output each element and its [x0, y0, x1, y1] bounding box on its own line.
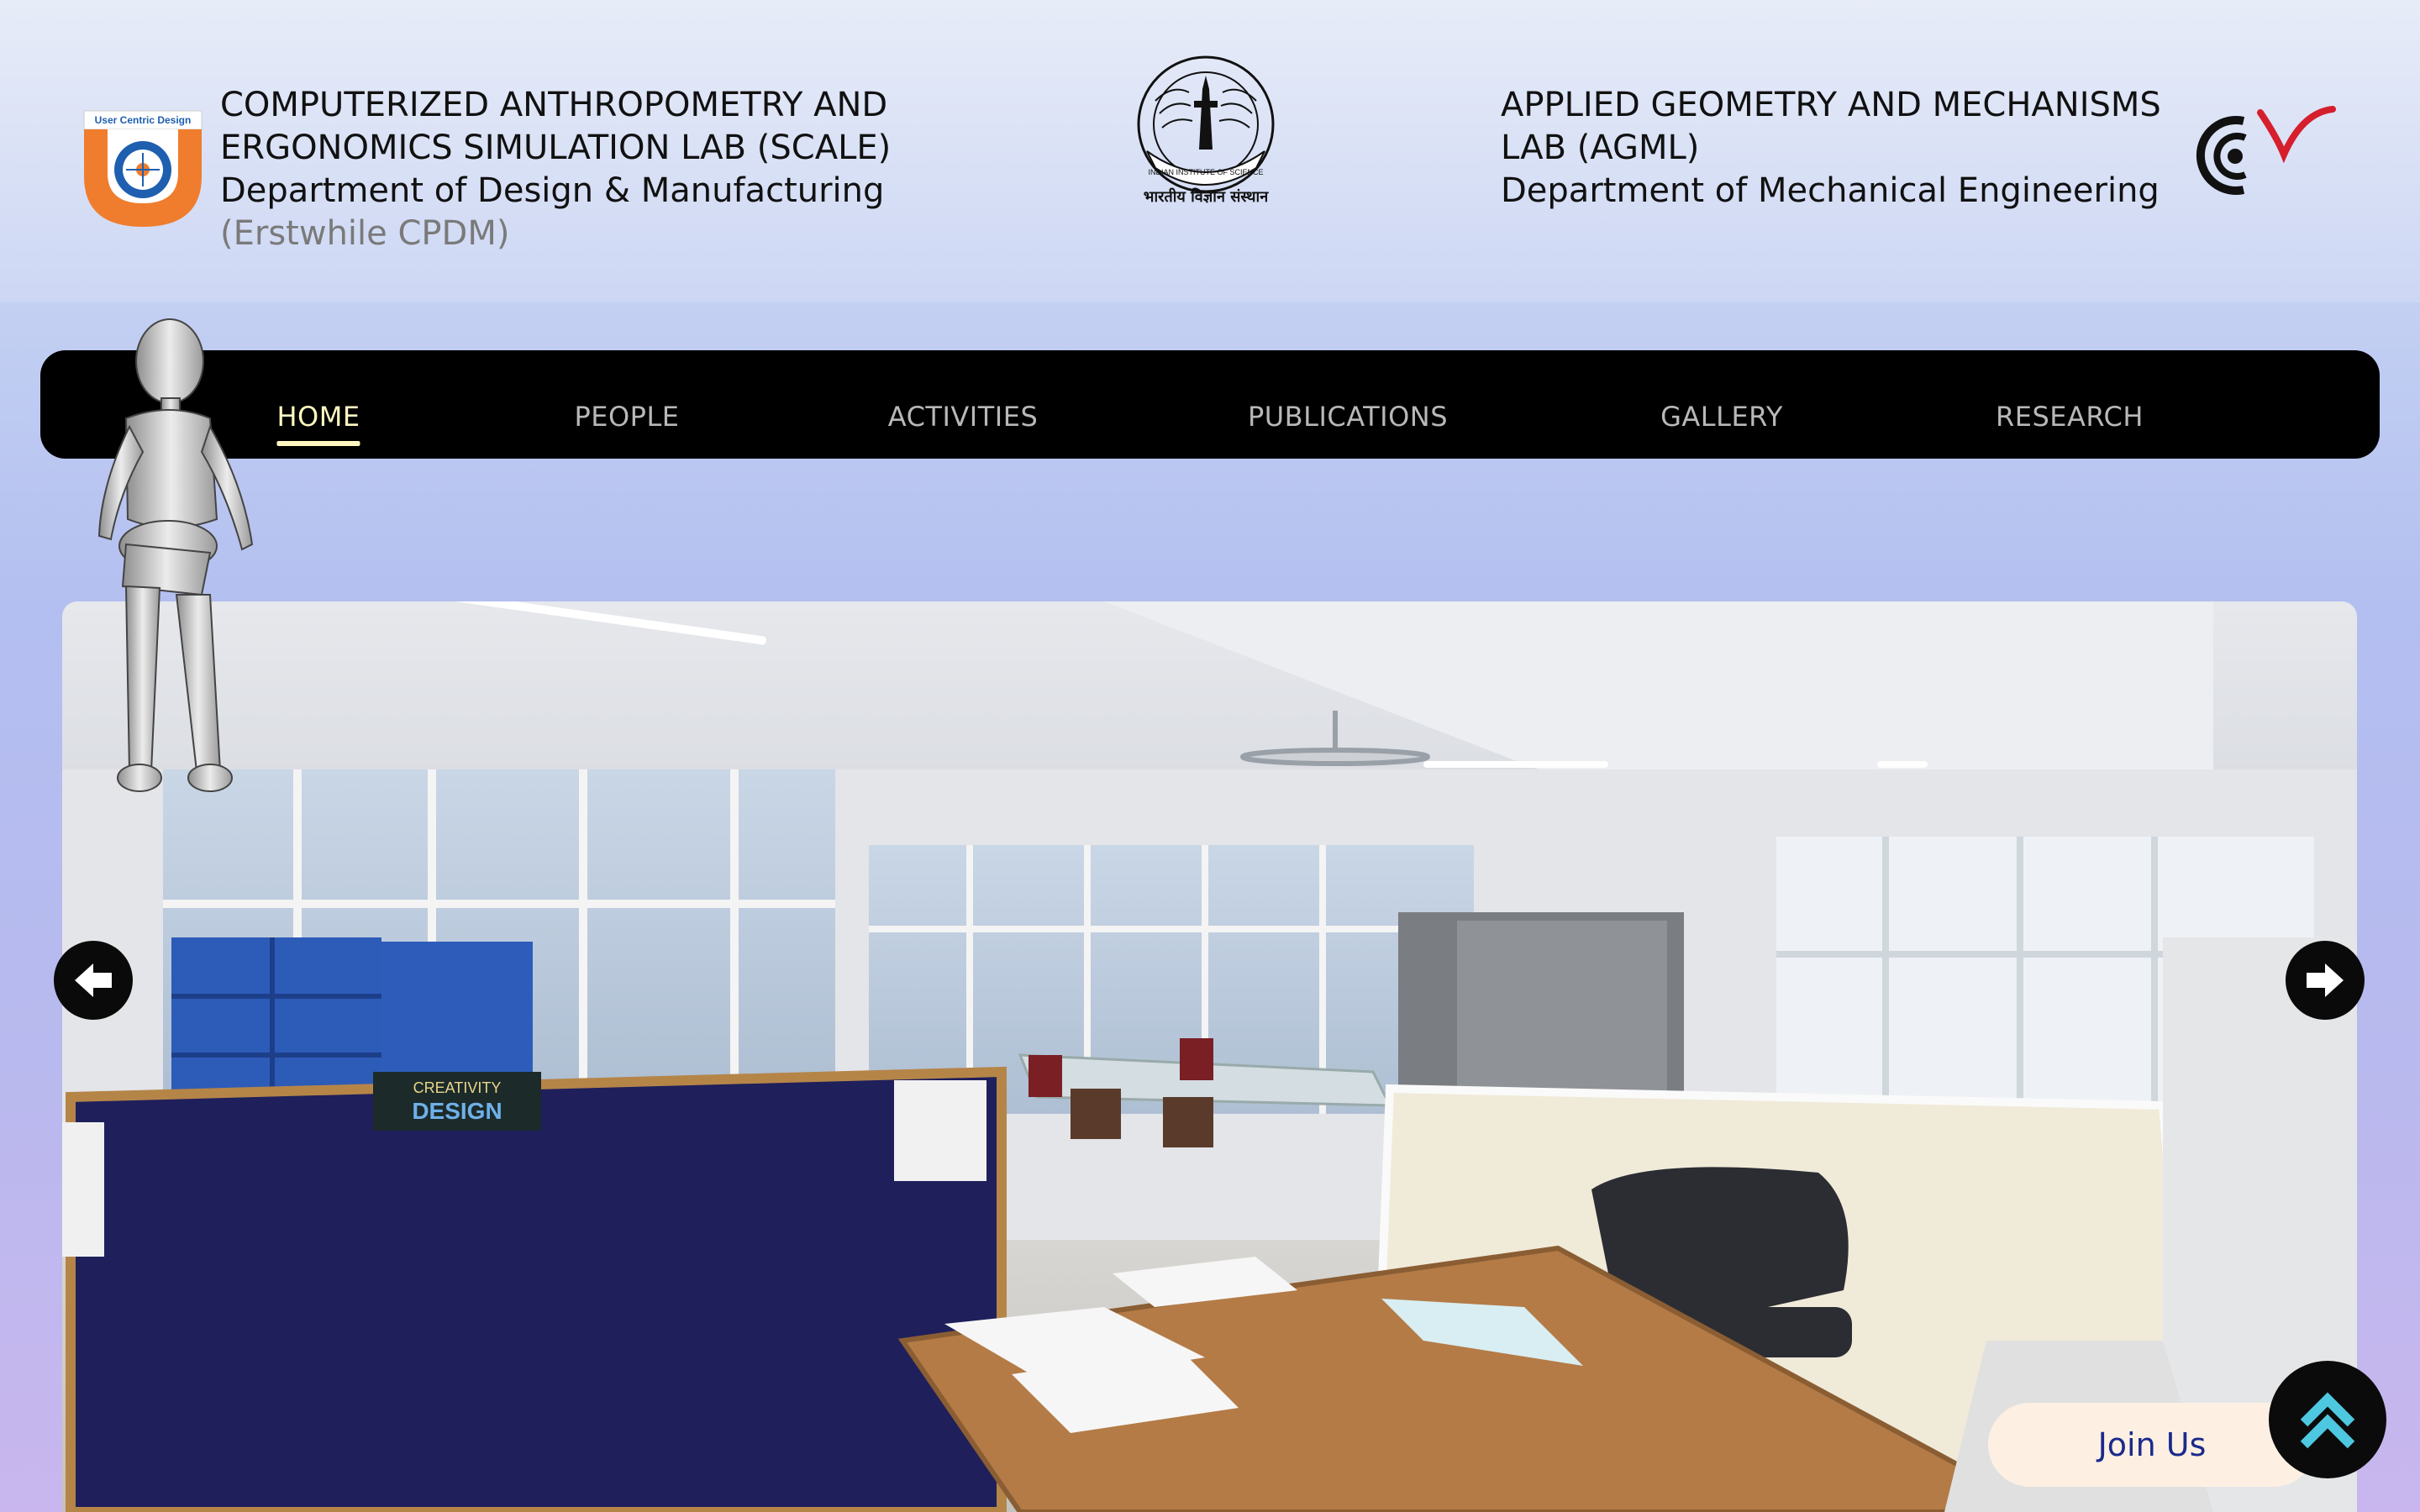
- scroll-to-top-button[interactable]: [2269, 1361, 2386, 1478]
- agml-logo-icon[interactable]: [2185, 104, 2336, 205]
- scale-lab-erstwhile: (Erstwhile CPDM): [220, 214, 510, 253]
- hero-carousel-image: CREATIVITY DESIGN: [62, 601, 2357, 1512]
- scale-lab-name-line1: COMPUTERIZED ANTHROPOMETRY AND: [220, 86, 888, 124]
- svg-text:भारतीय विज्ञान संस्थान: भारतीय विज्ञान संस्थान: [1144, 187, 1269, 206]
- nav-gallery[interactable]: GALLERY: [1660, 401, 1783, 433]
- sitting-mannequin-illustration: [97, 318, 254, 792]
- svg-text:CREATIVITY: CREATIVITY: [413, 1079, 502, 1096]
- iisc-emblem-icon[interactable]: INDIAN INSTITUTE OF SCIENCE भारतीय विज्ञ…: [1122, 50, 1290, 210]
- double-chevron-up-icon: [2300, 1392, 2355, 1449]
- lab-interior-photo: CREATIVITY DESIGN: [62, 601, 2357, 1512]
- join-us-button[interactable]: Join Us: [1988, 1403, 2316, 1487]
- svg-text:INDIAN INSTITUTE OF SCIENCE: INDIAN INSTITUTE OF SCIENCE: [1148, 168, 1263, 176]
- carousel-prev-button[interactable]: [54, 941, 133, 1020]
- nav-home[interactable]: HOME: [276, 401, 360, 446]
- agml-lab-name-line2: LAB (AGML): [1501, 129, 1700, 167]
- carousel-next-button[interactable]: [2286, 941, 2365, 1020]
- arrow-left-icon: [75, 963, 112, 997]
- svg-text:User Centric Design: User Centric Design: [95, 114, 192, 126]
- join-us-label: Join Us: [2097, 1426, 2207, 1463]
- arrow-right-icon: [2307, 963, 2344, 997]
- nav-publications[interactable]: PUBLICATIONS: [1248, 401, 1448, 433]
- scale-lab-name-line2: ERGONOMICS SIMULATION LAB (SCALE): [220, 129, 892, 167]
- agml-lab-title: APPLIED GEOMETRY AND MECHANISMS LAB (AGM…: [1501, 84, 2161, 213]
- nav-people[interactable]: PEOPLE: [574, 401, 679, 433]
- scale-lab-title: COMPUTERIZED ANTHROPOMETRY AND ERGONOMIC…: [220, 84, 891, 255]
- agml-lab-name-line1: APPLIED GEOMETRY AND MECHANISMS: [1501, 86, 2161, 124]
- nav-activities[interactable]: ACTIVITIES: [888, 401, 1039, 433]
- svg-text:DESIGN: DESIGN: [412, 1098, 502, 1124]
- main-navigation: HOME PEOPLE ACTIVITIES PUBLICATIONS GALL…: [40, 350, 2380, 459]
- site-header: User Centric Design COMPUTERIZED ANTHROP…: [0, 0, 2420, 302]
- scale-lab-department: Department of Design & Manufacturing: [220, 171, 885, 210]
- user-centric-design-logo-icon[interactable]: User Centric Design: [82, 109, 203, 228]
- nav-research[interactable]: RESEARCH: [1996, 401, 2144, 433]
- agml-lab-department: Department of Mechanical Engineering: [1501, 171, 2160, 210]
